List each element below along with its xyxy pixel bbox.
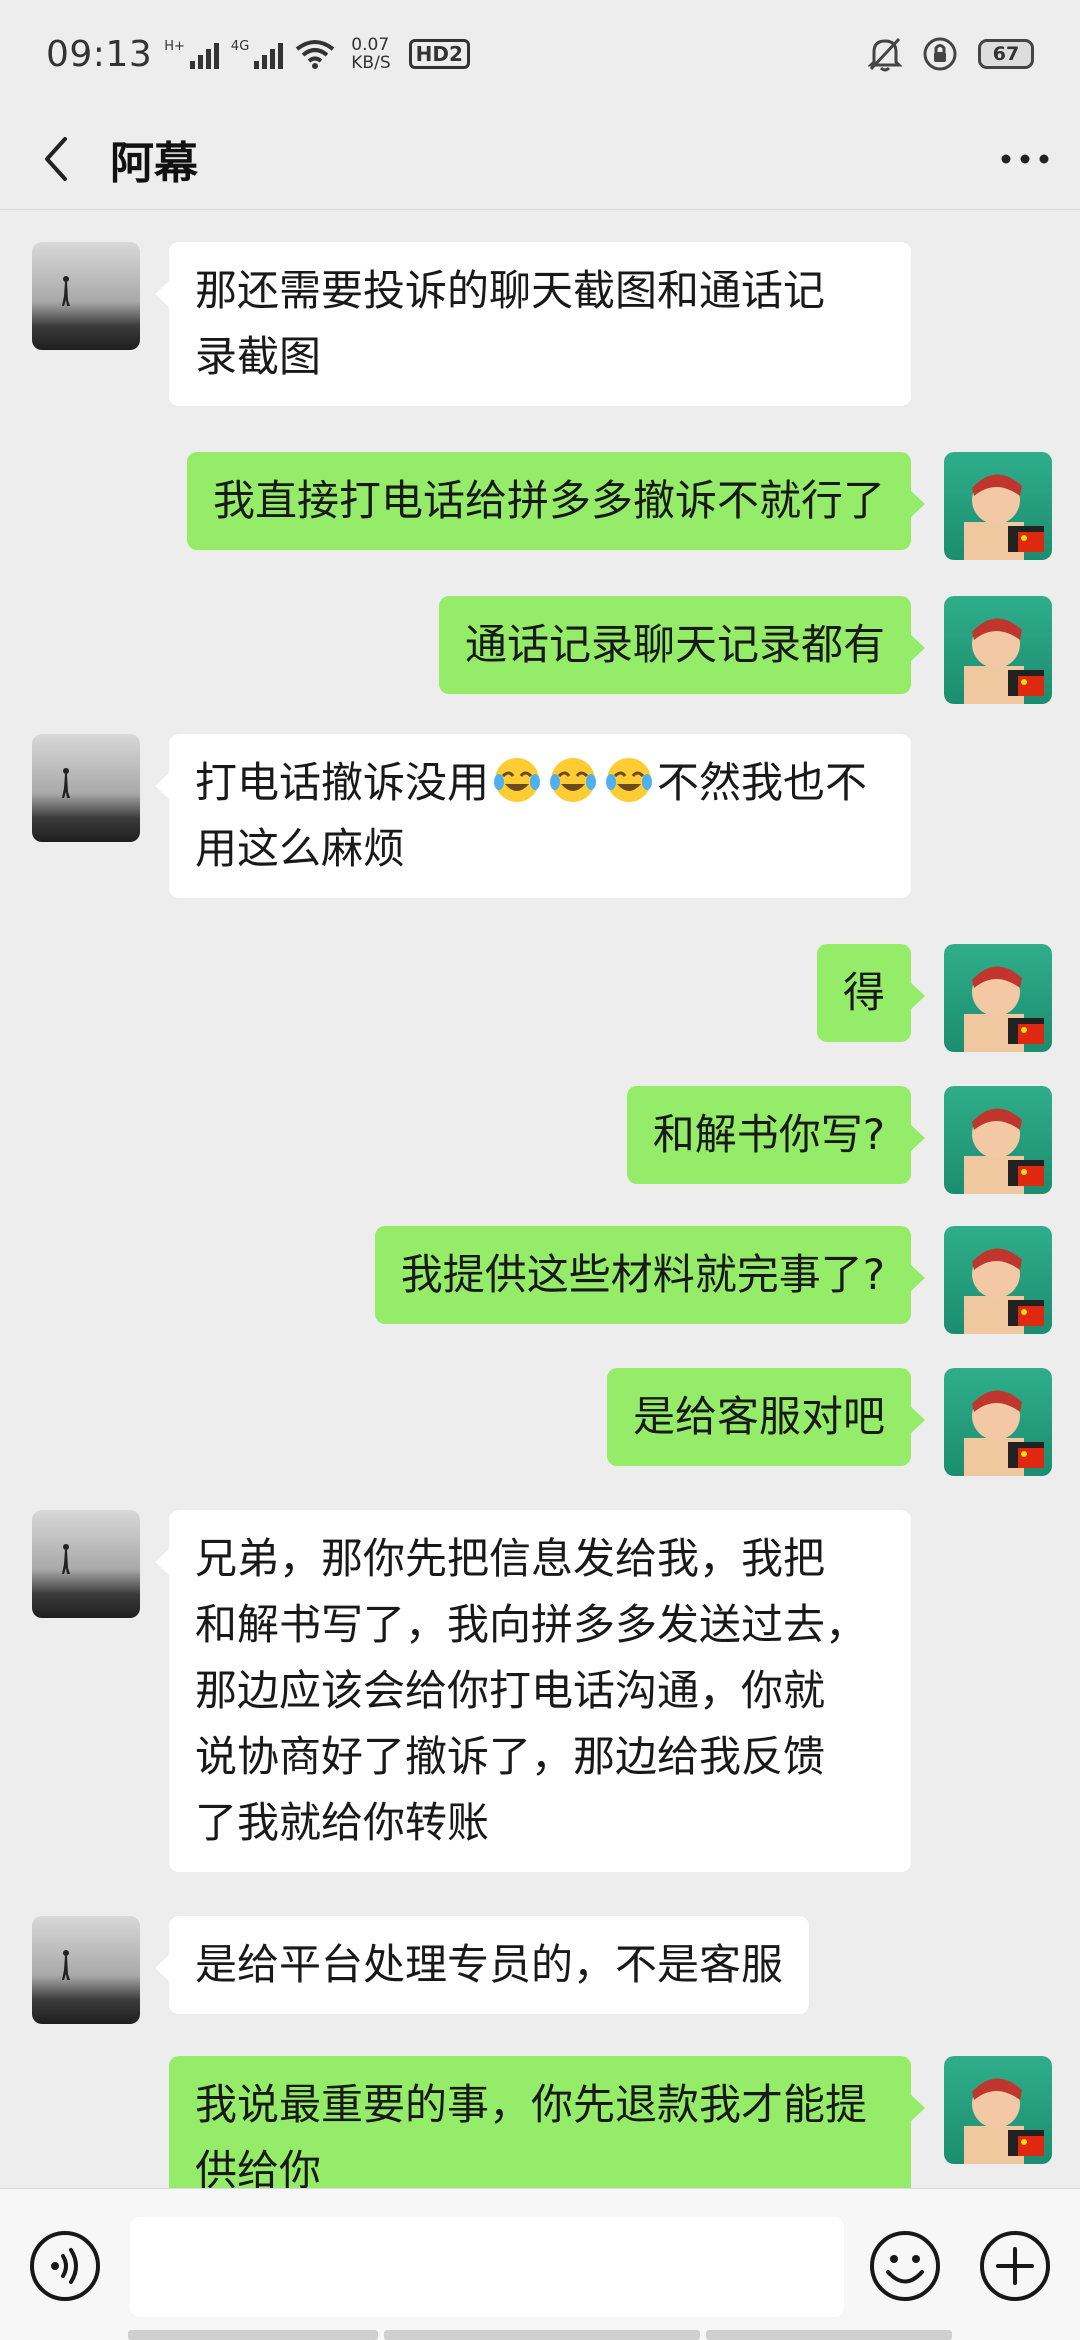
message-bubble-outgoing[interactable]: 和解书你写? — [626, 1086, 926, 1184]
contact-avatar[interactable] — [32, 734, 140, 842]
contact-name: 阿幕 — [110, 137, 198, 189]
battery-indicator: 67 — [978, 39, 1034, 69]
my-avatar[interactable] — [944, 944, 1052, 1052]
my-avatar[interactable] — [944, 2056, 1052, 2164]
more-options-button[interactable] — [970, 108, 1080, 210]
message-bubble-outgoing[interactable]: 是给客服对吧 — [606, 1368, 926, 1466]
contact-avatar[interactable] — [32, 1916, 140, 2024]
emoji-icon — [870, 2231, 940, 2301]
nav-hint-bar — [706, 2330, 952, 2340]
chat-header: 阿幕 — [0, 108, 1080, 210]
nav-hint-bar — [128, 2330, 378, 2340]
more-dots-icon — [1001, 154, 1049, 163]
status-bar: 09:13 H+ 4G 0.07 KB/S HD2 67 — [0, 0, 1080, 108]
signal-strength-icon: 4G — [231, 39, 284, 69]
message-bubble-outgoing[interactable]: 我直接打电话给拼多多撤诉不就行了 — [186, 452, 926, 550]
message-input-bar — [0, 2188, 1080, 2340]
my-avatar[interactable] — [944, 1368, 1052, 1476]
contact-avatar[interactable] — [32, 1510, 140, 1618]
voice-input-button[interactable] — [28, 2229, 102, 2307]
face-with-tears-of-joy-emoji — [491, 754, 543, 806]
message-bubble-incoming[interactable]: 是给平台处理专员的，不是客服 — [154, 1916, 810, 2014]
my-avatar[interactable] — [944, 1086, 1052, 1194]
emoji-button[interactable] — [868, 2229, 942, 2307]
message-bubble-outgoing[interactable]: 得 — [816, 944, 926, 1042]
hd-badge: HD2 — [408, 39, 470, 69]
lock-rotation-icon — [923, 37, 957, 71]
status-right: 67 — [868, 36, 1034, 72]
nav-hint-bar — [384, 2330, 700, 2340]
face-with-tears-of-joy-emoji — [547, 754, 599, 806]
message-bubble-outgoing[interactable]: 我提供这些材料就完事了? — [374, 1226, 926, 1324]
status-time: 09:13 — [46, 33, 153, 75]
more-functions-button[interactable] — [978, 2229, 1052, 2307]
message-bubble-incoming[interactable]: 打电话撤诉没用 不然我也不 用这么麻烦 — [155, 734, 911, 898]
message-bubble-incoming[interactable]: 那还需要投诉的聊天截图和通话记 录截图 — [155, 242, 911, 406]
my-avatar[interactable] — [944, 1226, 1052, 1334]
my-avatar[interactable] — [944, 596, 1052, 704]
wifi-icon — [296, 40, 335, 69]
network-speed: 0.07 KB/S — [351, 35, 391, 73]
status-left: 09:13 H+ 4G 0.07 KB/S HD2 — [46, 34, 470, 75]
voice-icon — [30, 2231, 100, 2301]
chevron-left-icon — [45, 136, 67, 181]
contact-avatar[interactable] — [32, 242, 140, 350]
message-list[interactable]: 那还需要投诉的聊天截图和通话记 录截图 我直接打电话给拼多多撤诉不就行了 通话记… — [0, 210, 1080, 2188]
face-with-tears-of-joy-emoji — [603, 754, 655, 806]
message-bubble-incoming[interactable]: 兄弟，那你先把信息发给我，我把 和解书写了，我向拼多多发送过去， 那边应该会给你… — [155, 1510, 911, 1872]
mute-bell-icon — [868, 37, 902, 72]
plus-icon — [980, 2231, 1050, 2301]
signal-strength-icon: H+ — [164, 39, 219, 69]
message-bubble-outgoing[interactable]: 通话记录聊天记录都有 — [438, 596, 926, 694]
message-bubble-outgoing[interactable]: 我说最重要的事，你先退款我才能提 供给你 — [169, 2056, 925, 2188]
my-avatar[interactable] — [944, 452, 1052, 560]
message-text-input[interactable] — [130, 2217, 844, 2317]
back-button[interactable] — [0, 108, 110, 210]
